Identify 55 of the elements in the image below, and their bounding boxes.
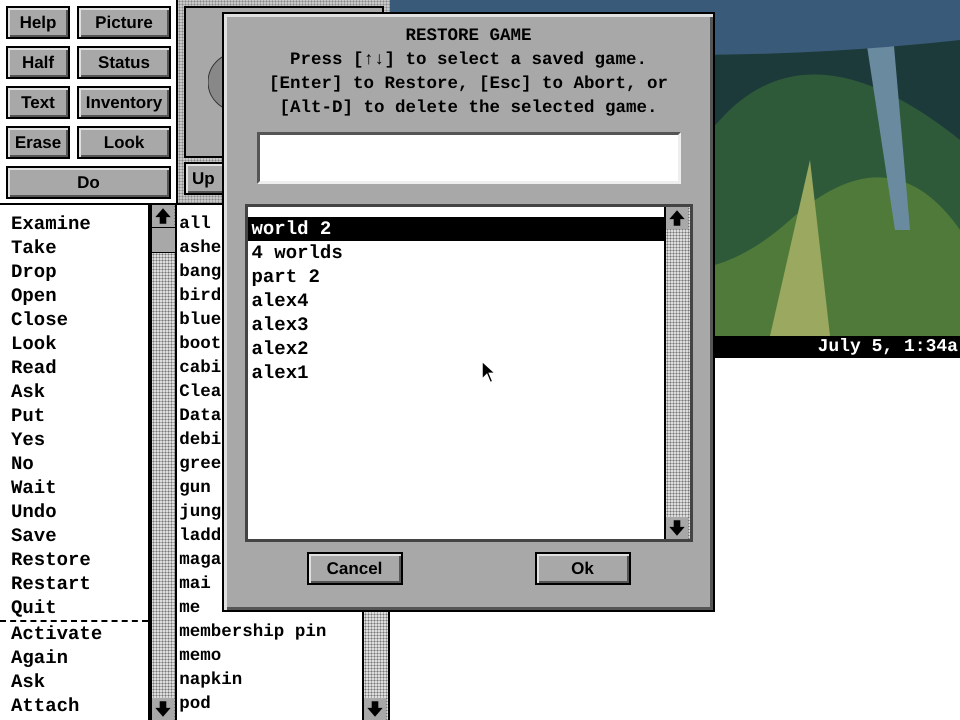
verb-item[interactable]: Put bbox=[0, 404, 148, 428]
noun-item[interactable]: napkin bbox=[177, 668, 362, 692]
verb-item[interactable]: Restart bbox=[0, 572, 148, 596]
command-button[interactable]: Picture bbox=[77, 6, 171, 39]
command-button[interactable]: Status bbox=[77, 46, 171, 79]
do-button[interactable]: Do bbox=[6, 166, 171, 199]
saved-game-item[interactable]: 4 worlds bbox=[248, 241, 664, 265]
scrollbar[interactable] bbox=[150, 205, 178, 720]
down-arrow-icon[interactable] bbox=[666, 517, 688, 539]
command-button[interactable]: Half bbox=[6, 46, 70, 79]
verb-item[interactable]: Look bbox=[0, 332, 148, 356]
verb-item[interactable]: Attach bbox=[0, 694, 148, 718]
verb-item[interactable]: Restore bbox=[0, 548, 148, 572]
instruction-text: Press [↑↓] to select a saved game. bbox=[290, 49, 648, 72]
input-field[interactable] bbox=[256, 132, 680, 184]
verb-item[interactable]: Yes bbox=[0, 428, 148, 452]
scrollbar[interactable] bbox=[664, 207, 690, 539]
command-button[interactable]: Help bbox=[6, 6, 70, 39]
verb-item[interactable]: Close bbox=[0, 308, 148, 332]
saved-game-item[interactable]: alex3 bbox=[248, 313, 664, 337]
noun-item[interactable]: memo bbox=[177, 644, 362, 668]
saved-game-item[interactable]: alex1 bbox=[248, 361, 664, 385]
command-button[interactable]: Look bbox=[77, 126, 171, 159]
verb-item[interactable]: Ask bbox=[0, 670, 148, 694]
verb-item[interactable]: Take bbox=[0, 236, 148, 260]
saved-game-item[interactable]: world 2 bbox=[248, 217, 664, 241]
up-arrow-icon[interactable] bbox=[666, 207, 688, 229]
verb-item[interactable]: Drop bbox=[0, 260, 148, 284]
saved-game-item[interactable]: part 2 bbox=[248, 265, 664, 289]
dialog-button[interactable]: Ok bbox=[534, 552, 630, 585]
verb-item[interactable]: Ask bbox=[0, 380, 148, 404]
scroll-thumb[interactable] bbox=[152, 227, 176, 253]
verb-item[interactable]: Examine bbox=[0, 212, 148, 236]
verb-item[interactable]: No bbox=[0, 452, 148, 476]
verb-item[interactable]: Read bbox=[0, 356, 148, 380]
noun-item[interactable]: membership pin bbox=[177, 620, 362, 644]
command-button[interactable]: Inventory bbox=[77, 86, 171, 119]
dialog-title: RESTORE GAME bbox=[405, 25, 532, 48]
verb-item[interactable]: Wait bbox=[0, 476, 148, 500]
saved-game-item[interactable]: alex2 bbox=[248, 337, 664, 361]
verb-item[interactable]: Open bbox=[0, 284, 148, 308]
mouse-pointer-icon bbox=[481, 360, 495, 384]
verb-item[interactable]: Activate bbox=[0, 622, 148, 646]
verb-item[interactable]: Undo bbox=[0, 500, 148, 524]
verb-item[interactable]: Again bbox=[0, 646, 148, 670]
noun-item[interactable]: pod bbox=[177, 692, 362, 716]
verb-item[interactable]: Quit bbox=[0, 596, 148, 620]
instruction-text: [Alt-D] to delete the selected game. bbox=[279, 97, 658, 120]
instruction-text: [Enter] to Restore, [Esc] to Abort, or bbox=[268, 73, 668, 96]
command-button[interactable]: Text bbox=[6, 86, 70, 119]
dialog-button[interactable]: Cancel bbox=[306, 552, 402, 585]
command-button[interactable]: Erase bbox=[6, 126, 70, 159]
saved-game-item[interactable]: alex4 bbox=[248, 289, 664, 313]
date-time-text: July 5, 1:34a bbox=[818, 337, 959, 357]
verb-item[interactable]: Save bbox=[0, 524, 148, 548]
